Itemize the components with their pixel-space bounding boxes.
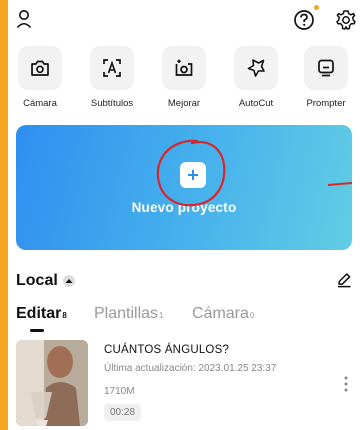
edit-local-button[interactable]: [334, 270, 354, 290]
thumbnail-image: [16, 340, 88, 426]
tool-autocut[interactable]: AutoCut: [226, 46, 286, 109]
project-title: CUÁNTOS ÁNGULOS?: [104, 344, 230, 356]
tool-enhance[interactable]: Mejorar: [154, 46, 214, 109]
project-item[interactable]: CUÁNTOS ÁNGULOS? Última actualización: 2…: [16, 340, 352, 430]
tool-prompter[interactable]: Prompter: [296, 46, 356, 109]
pencil-icon: [338, 273, 351, 288]
tab-camara-label: Cámara: [192, 305, 249, 322]
annotation-circle: [156, 139, 352, 207]
tool-prompter-tile: [304, 46, 348, 90]
tool-enhance-label: Mejorar: [167, 98, 201, 109]
quick-tools: Cámara Subtítulos Mejorar AutoCut Prompt…: [8, 46, 360, 118]
notification-dot: [314, 5, 319, 10]
tool-camera-label: Cámara: [23, 98, 57, 109]
tool-prompter-label: Prompter: [306, 98, 346, 109]
tool-enhance-tile: [162, 46, 206, 90]
tool-camera[interactable]: Cámara: [10, 46, 70, 109]
enhance-icon: [175, 59, 193, 76]
profile-button[interactable]: [14, 8, 34, 30]
tab-plantillas-count: 1: [159, 311, 164, 320]
tool-autocut-label: AutoCut: [238, 98, 274, 109]
project-thumbnail: [16, 340, 88, 426]
project-size: 1710M: [104, 386, 135, 397]
tab-camara-count: 0: [249, 311, 255, 320]
project-tabs: Editar8 Plantillas1 Cámara0: [16, 305, 352, 333]
camera-icon: [31, 60, 49, 76]
tab-plantillas-label: Plantillas: [94, 305, 159, 322]
project-updated: Última actualización: 2023.01.25 23:37: [104, 363, 277, 374]
tab-camara[interactable]: Cámara0: [192, 305, 254, 323]
tab-plantillas[interactable]: Plantillas1: [94, 305, 163, 323]
tab-editar-count: 8: [62, 311, 67, 320]
tool-subtitles[interactable]: Subtítulos: [82, 46, 142, 109]
more-options-button[interactable]: [340, 374, 352, 394]
settings-button[interactable]: [334, 8, 358, 32]
tool-camera-tile: [18, 46, 62, 90]
local-title: Local: [16, 272, 58, 289]
gear-icon: [336, 10, 356, 30]
teleprompter-icon: [318, 59, 334, 77]
app-screen: Cámara Subtítulos Mejorar AutoCut Prompt…: [8, 0, 360, 430]
tab-editar-label: Editar: [16, 305, 62, 322]
help-button[interactable]: [292, 5, 319, 32]
text-scan-icon: [103, 59, 121, 77]
tool-subtitles-tile: [90, 46, 134, 90]
collapse-button[interactable]: [62, 275, 75, 287]
active-tab-indicator: [30, 329, 44, 332]
tool-subtitles-label: Subtítulos: [90, 98, 134, 109]
question-circle-icon: [294, 10, 314, 30]
tab-editar[interactable]: Editar8: [16, 305, 67, 323]
caret-up-icon: [65, 279, 73, 283]
annotation-mark: [327, 182, 352, 186]
local-section-header: Local: [16, 272, 75, 290]
top-bar: [8, 0, 360, 40]
sparkle-star-icon: [247, 59, 265, 77]
more-vertical-icon: [344, 376, 348, 392]
new-project-banner[interactable]: Nuevo proyecto: [16, 125, 352, 250]
tool-autocut-tile: [234, 46, 278, 90]
person-icon: [16, 10, 32, 29]
project-duration: 00:28: [104, 404, 142, 421]
